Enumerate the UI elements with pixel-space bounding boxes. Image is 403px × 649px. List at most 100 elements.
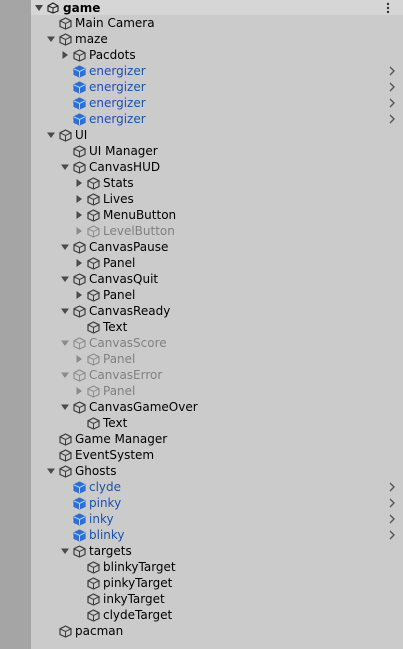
- hierarchy-item-pacman[interactable]: pacman: [31, 623, 403, 639]
- hierarchy-item-clydetarget[interactable]: clydeTarget: [31, 607, 403, 623]
- prefab-cube-icon: [71, 511, 87, 527]
- hierarchy-item-label: Panel: [103, 256, 136, 270]
- hierarchy-item-text[interactable]: Text: [31, 319, 403, 335]
- prefab-open-chevron-icon[interactable]: [387, 79, 397, 95]
- fold-open-icon[interactable]: [59, 271, 71, 287]
- fold-open-icon[interactable]: [33, 0, 45, 16]
- hierarchy-item-label: pacman: [75, 624, 124, 638]
- fold-closed-icon[interactable]: [73, 207, 85, 223]
- prefab-open-chevron-icon[interactable]: [387, 111, 397, 127]
- fold-open-icon[interactable]: [59, 159, 71, 175]
- hierarchy-item-label: Panel: [103, 384, 136, 398]
- prefab-open-chevron-icon[interactable]: [387, 479, 397, 495]
- kebab-menu-icon[interactable]: [385, 0, 391, 15]
- prefab-cube-icon: [71, 527, 87, 543]
- fold-open-icon[interactable]: [45, 463, 57, 479]
- gameobject-cube-icon: [71, 143, 87, 159]
- hierarchy-item-panel[interactable]: Panel: [31, 255, 403, 271]
- prefab-open-chevron-icon[interactable]: [387, 527, 397, 543]
- prefab-cube-icon: [71, 479, 87, 495]
- hierarchy-item-panel[interactable]: Panel: [31, 351, 403, 367]
- hierarchy-item-blinkytarget[interactable]: blinkyTarget: [31, 559, 403, 575]
- fold-closed-icon[interactable]: [73, 351, 85, 367]
- hierarchy-item-label: energizer: [89, 64, 146, 78]
- hierarchy-item-canvasscore[interactable]: CanvasScore: [31, 335, 403, 351]
- hierarchy-item-energizer[interactable]: energizer: [31, 79, 403, 95]
- hierarchy-item-energizer[interactable]: energizer: [31, 111, 403, 127]
- fold-closed-icon[interactable]: [73, 255, 85, 271]
- hierarchy-item-label: CanvasPause: [89, 240, 169, 254]
- prefab-open-chevron-icon[interactable]: [387, 95, 397, 111]
- hierarchy-item-label: CanvasQuit: [89, 272, 159, 286]
- gameobject-cube-icon: [85, 591, 101, 607]
- gameobject-cube-icon: [85, 175, 101, 191]
- hierarchy-item-ghosts[interactable]: Ghosts: [31, 463, 403, 479]
- hierarchy-item-menubutton[interactable]: MenuButton: [31, 207, 403, 223]
- hierarchy-item-targets[interactable]: targets: [31, 543, 403, 559]
- hierarchy-item-canvashud[interactable]: CanvasHUD: [31, 159, 403, 175]
- hierarchy-item-canvasquit[interactable]: CanvasQuit: [31, 271, 403, 287]
- prefab-cube-icon: [71, 79, 87, 95]
- fold-open-icon[interactable]: [59, 543, 71, 559]
- fold-open-icon[interactable]: [59, 367, 71, 383]
- fold-open-icon[interactable]: [59, 335, 71, 351]
- hierarchy-item-ui[interactable]: UI: [31, 127, 403, 143]
- hierarchy-item-pacdots[interactable]: Pacdots: [31, 47, 403, 63]
- fold-closed-icon[interactable]: [73, 175, 85, 191]
- hierarchy-item-eventsystem[interactable]: EventSystem: [31, 447, 403, 463]
- hierarchy-item-pinkytarget[interactable]: pinkyTarget: [31, 575, 403, 591]
- hierarchy-item-label: CanvasError: [89, 368, 163, 382]
- hierarchy-item-canvaserror[interactable]: CanvasError: [31, 367, 403, 383]
- fold-closed-icon[interactable]: [73, 223, 85, 239]
- gameobject-cube-icon: [57, 31, 73, 47]
- hierarchy-item-energizer[interactable]: energizer: [31, 95, 403, 111]
- fold-closed-icon[interactable]: [73, 191, 85, 207]
- hierarchy-item-label: Stats: [103, 176, 134, 190]
- fold-closed-icon[interactable]: [73, 383, 85, 399]
- gameobject-cube-icon: [57, 127, 73, 143]
- hierarchy-item-label: CanvasGameOver: [89, 400, 198, 414]
- hierarchy-item-lives[interactable]: Lives: [31, 191, 403, 207]
- hierarchy-item-inkytarget[interactable]: inkyTarget: [31, 591, 403, 607]
- fold-open-icon[interactable]: [59, 399, 71, 415]
- hierarchy-gutter: [0, 0, 31, 649]
- gameobject-cube-icon: [71, 335, 87, 351]
- hierarchy-item-game-manager[interactable]: Game Manager: [31, 431, 403, 447]
- prefab-cube-icon: [71, 63, 87, 79]
- hierarchy-item-text[interactable]: Text: [31, 415, 403, 431]
- scene-header-row[interactable]: game: [31, 0, 403, 15]
- hierarchy-item-energizer[interactable]: energizer: [31, 63, 403, 79]
- hierarchy-item-levelbutton[interactable]: LevelButton: [31, 223, 403, 239]
- fold-open-icon[interactable]: [59, 239, 71, 255]
- prefab-open-chevron-icon[interactable]: [387, 511, 397, 527]
- hierarchy-item-canvasready[interactable]: CanvasReady: [31, 303, 403, 319]
- hierarchy-item-label: energizer: [89, 112, 146, 126]
- hierarchy-item-maze[interactable]: maze: [31, 31, 403, 47]
- prefab-open-chevron-icon[interactable]: [387, 495, 397, 511]
- fold-closed-icon[interactable]: [59, 47, 71, 63]
- fold-closed-icon[interactable]: [73, 287, 85, 303]
- hierarchy-item-clyde[interactable]: clyde: [31, 479, 403, 495]
- hierarchy-item-canvaspause[interactable]: CanvasPause: [31, 239, 403, 255]
- fold-open-icon[interactable]: [59, 303, 71, 319]
- hierarchy-item-panel[interactable]: Panel: [31, 287, 403, 303]
- fold-open-icon[interactable]: [45, 31, 57, 47]
- prefab-open-chevron-icon[interactable]: [387, 63, 397, 79]
- hierarchy-item-pinky[interactable]: pinky: [31, 495, 403, 511]
- fold-open-icon[interactable]: [45, 127, 57, 143]
- hierarchy-item-blinky[interactable]: blinky: [31, 527, 403, 543]
- hierarchy-item-canvasgameover[interactable]: CanvasGameOver: [31, 399, 403, 415]
- hierarchy-item-ui-manager[interactable]: UI Manager: [31, 143, 403, 159]
- hierarchy-item-main-camera[interactable]: Main Camera: [31, 15, 403, 31]
- hierarchy-item-inky[interactable]: inky: [31, 511, 403, 527]
- hierarchy-item-label: clyde: [89, 480, 122, 494]
- hierarchy-item-panel[interactable]: Panel: [31, 383, 403, 399]
- hierarchy-item-stats[interactable]: Stats: [31, 175, 403, 191]
